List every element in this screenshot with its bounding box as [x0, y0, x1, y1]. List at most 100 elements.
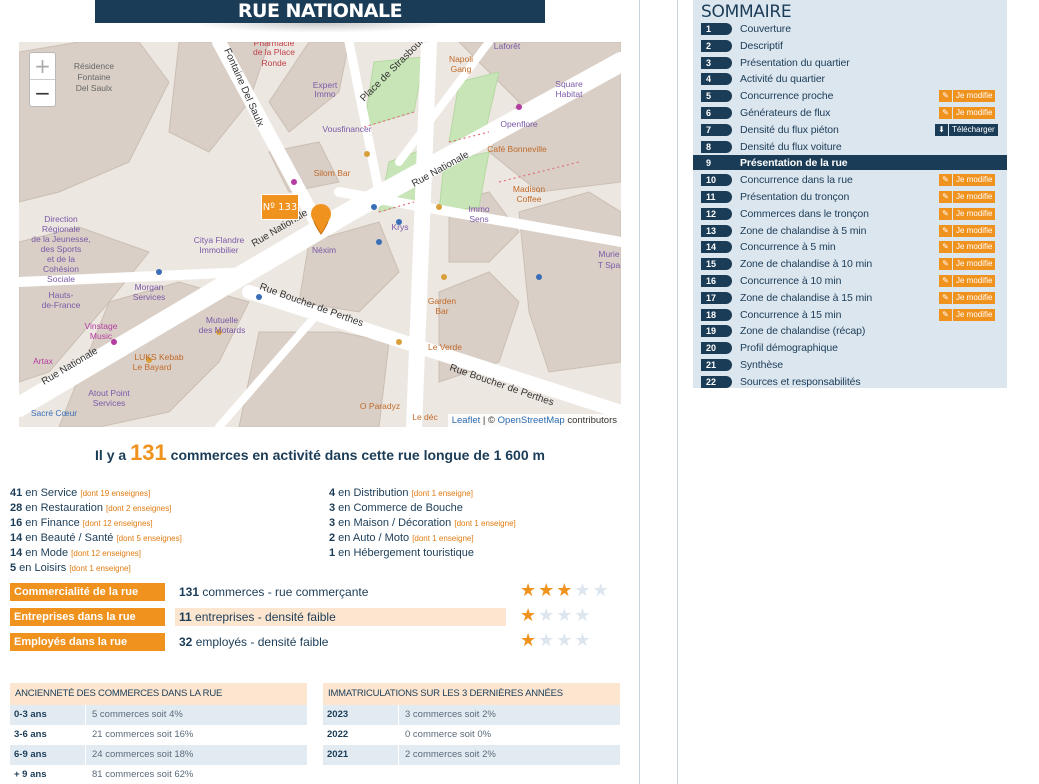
row-key: 2021: [327, 749, 349, 760]
sommaire-item-label: Zone de chalandise à 15 min: [740, 291, 873, 304]
modify-button[interactable]: ✎ Je modifie: [939, 241, 996, 254]
sommaire-item-10[interactable]: 10 Concurrence dans la rue ✎ Je modifie: [693, 172, 1007, 187]
modify-button[interactable]: ✎ Je modifie: [939, 107, 996, 119]
sommaire-item-8[interactable]: 8 Densité du flux voiture: [693, 139, 1007, 154]
sommaire-item-16[interactable]: 16 Concurrence à 10 min ✎ Je modifie: [693, 273, 1007, 288]
sommaire-item-4[interactable]: 4 Activité du quartier: [693, 71, 1007, 86]
modify-button[interactable]: ✎ Je modifie: [939, 308, 996, 321]
sommaire-item-label: Présentation du tronçon: [740, 191, 850, 203]
modify-button[interactable]: ✎ Je modifie: [939, 224, 996, 237]
sommaire-item-6[interactable]: 6 Générateurs de flux ✎ Je modifie: [693, 105, 1007, 120]
sommaire-item-20[interactable]: 20 Profil démographique: [693, 340, 1007, 355]
svg-text:Régionale: Régionale: [42, 224, 81, 234]
sommaire-item-22[interactable]: 22 Sources et responsabilités: [693, 374, 1007, 389]
svg-text:Vousfinancer: Vousfinancer: [322, 124, 371, 134]
modify-button-label: Je modifie: [953, 90, 996, 103]
column-separator: [85, 745, 86, 765]
sommaire-item-12[interactable]: 12 Commerces dans le tronçon ✎ Je modifie: [693, 206, 1007, 221]
category-item: 16 en Finance [dont 12 enseignes]: [10, 516, 182, 531]
category-item: 1 en Hébergement touristique: [329, 546, 516, 561]
person-edit-icon: ✎: [939, 291, 952, 304]
modify-button[interactable]: ✎ Je modifie: [939, 191, 996, 203]
svg-text:Gang: Gang: [451, 64, 472, 74]
star-rating: ★★★★: [520, 606, 593, 626]
svg-text:Krys: Krys: [392, 222, 409, 232]
svg-text:O Paradyz: O Paradyz: [360, 401, 400, 411]
svg-text:Artax: Artax: [33, 356, 54, 366]
sommaire-item-21[interactable]: 21 Synthèse: [693, 357, 1007, 372]
category-item: 3 en Commerce de Bouche: [329, 501, 516, 516]
sommaire-item-label: Présentation de la rue: [740, 157, 848, 170]
sommaire-item-19[interactable]: 19 Zone de chalandise (récap): [693, 323, 1007, 338]
category-enseignes: [dont 5 enseignes]: [116, 534, 182, 543]
table-row: 6-9 ans 24 commerces soit 18%: [10, 745, 307, 765]
svg-text:Murie: Murie: [598, 249, 620, 259]
sommaire-title: SOMMAIRE: [701, 2, 792, 22]
sommaire-panel: SOMMAIRE 1 Couverture 2 Descriptif 3 Présenta…: [693, 0, 1007, 388]
sommaire-item-2[interactable]: 2 Descriptif: [693, 38, 1007, 53]
zoom-out-button[interactable]: −: [30, 80, 55, 107]
svg-text:Napoli: Napoli: [449, 54, 473, 64]
row-value: 21 commerces soit 16%: [92, 729, 194, 740]
row-value: 2 commerces soit 2%: [405, 749, 496, 760]
svg-text:Square: Square: [555, 79, 583, 89]
sommaire-item-label: Zone de chalandise (récap): [740, 325, 866, 338]
rating-description: employés - densité faible: [192, 635, 329, 649]
osm-link[interactable]: OpenStreetMap: [498, 415, 565, 426]
sommaire-item-17[interactable]: 17 Zone de chalandise à 15 min ✎ Je modifie: [693, 290, 1007, 305]
star-empty-icon: ★: [538, 630, 557, 651]
category-item: 2 en Auto / Moto [dont 1 enseigne]: [329, 531, 516, 546]
sommaire-item-15[interactable]: 15 Zone de chalandise à 10 min ✎ Je modifie: [693, 256, 1007, 271]
star-rating: ★★★★★: [520, 581, 611, 601]
modify-button-label: Je modifie: [953, 241, 996, 254]
sommaire-item-number: 1: [701, 23, 732, 35]
sommaire-item-5[interactable]: 5 Concurrence proche ✎ Je modifie: [693, 88, 1007, 103]
sommaire-item-11[interactable]: 11 Présentation du tronçon ✎ Je modifie: [693, 189, 1007, 204]
star-filled-icon: ★: [520, 580, 539, 601]
person-edit-icon: ✎: [939, 107, 952, 119]
rating-text: 32 employés - densité faible: [175, 633, 328, 651]
svg-text:de la Jeunesse,: de la Jeunesse,: [31, 234, 91, 244]
column-separator: [85, 765, 86, 784]
modify-button[interactable]: ✎ Je modifie: [939, 275, 996, 287]
download-button[interactable]: ⬇ Télécharger: [935, 123, 998, 136]
person-edit-icon: ✎: [939, 90, 952, 103]
zoom-in-button[interactable]: +: [30, 53, 55, 80]
sommaire-item-14[interactable]: 14 Concurrence à 5 min ✎ Je modifie: [693, 239, 1007, 254]
rating-value: 11: [179, 610, 192, 624]
sommaire-item-1[interactable]: 1 Couverture: [693, 21, 1007, 36]
svg-text:Madison: Madison: [513, 184, 545, 194]
sommaire-item-number: 22: [701, 375, 732, 388]
modify-button[interactable]: ✎ Je modifie: [939, 291, 996, 304]
sommaire-item-label: Descriptif: [740, 39, 783, 52]
sommaire-item-3[interactable]: 3 Présentation du quartier: [693, 55, 1007, 70]
category-enseignes: [dont 1 enseigne]: [454, 519, 516, 528]
modify-button[interactable]: ✎ Je modifie: [939, 90, 996, 103]
modify-button[interactable]: ✎ Je modifie: [939, 258, 996, 271]
rating-label: Employés dans la rue: [10, 633, 165, 651]
table-row: + 9 ans 81 commerces soit 62%: [10, 765, 307, 784]
street-map[interactable]: Rue Nationale Rue Nationale Rue National…: [19, 42, 621, 427]
address-marker-label[interactable]: Nº 133: [261, 194, 299, 220]
rating-description: commerces - rue commerçante: [199, 585, 369, 599]
map-attribution: Leaflet | © OpenStreetMap contributors: [447, 414, 621, 427]
sommaire-item-label: Commerces dans le tronçon: [740, 207, 869, 220]
sommaire-item-18[interactable]: 18 Concurrence à 15 min ✎ Je modifie: [693, 307, 1007, 322]
sommaire-item-9[interactable]: 9 Présentation de la rue: [693, 155, 1007, 171]
headline-prefix: Il y a: [95, 447, 131, 463]
leaflet-link[interactable]: Leaflet: [452, 415, 481, 426]
category-count: 14: [10, 532, 23, 544]
table-row: 2023 3 commerces soit 2%: [323, 705, 620, 725]
sommaire-item-7[interactable]: 7 Densité du flux piéton ⬇ Télécharger: [693, 122, 1007, 137]
modify-button[interactable]: ✎ Je modifie: [939, 174, 996, 187]
sommaire-item-13[interactable]: 13 Zone de chalandise à 5 min ✎ Je modifie: [693, 223, 1007, 238]
attribution-separator: | ©: [480, 415, 498, 426]
page-title: RUE NATIONALE: [95, 0, 545, 23]
svg-text:Laforêt: Laforêt: [494, 42, 521, 51]
svg-text:Vinstage: Vinstage: [85, 321, 118, 331]
modify-button[interactable]: ✎ Je modifie: [939, 207, 996, 220]
svg-text:et de la: et de la: [47, 254, 75, 264]
sommaire-item-number: 21: [701, 359, 732, 371]
commerce-count: 131: [130, 440, 167, 465]
category-item: 5 en Loisirs [dont 1 enseigne]: [10, 561, 182, 576]
